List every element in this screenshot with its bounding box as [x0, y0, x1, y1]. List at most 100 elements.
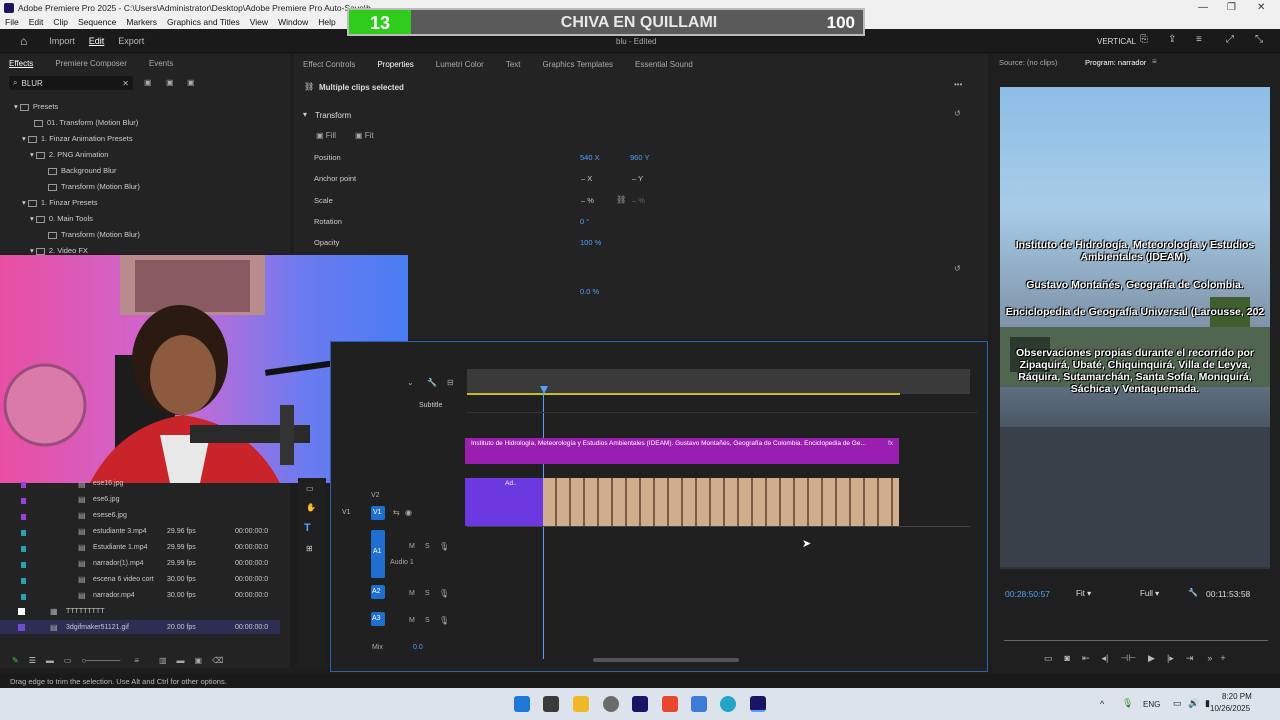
tab-premiere-composer[interactable]: Premiere Composer	[55, 59, 127, 68]
step-back-icon[interactable]: ◂|	[1102, 653, 1109, 664]
project-item-name[interactable]: ese16.jpg	[93, 480, 123, 487]
tree-item[interactable]: ▾ Presets	[14, 102, 58, 111]
microphone-icon[interactable]: 🎙	[439, 542, 449, 551]
network-icon[interactable]: ▭	[1173, 698, 1182, 709]
menu-clip[interactable]: Clip	[53, 17, 68, 27]
solo-button[interactable]: S	[425, 590, 430, 597]
trim-icon[interactable]: ⊣⊢	[1120, 653, 1136, 664]
new-item-icon[interactable]: ▣	[195, 656, 203, 665]
volume-icon[interactable]: 🔊	[1188, 698, 1199, 709]
menu-window[interactable]: Window	[278, 17, 308, 27]
tree-item[interactable]: ▾ 1. Finzar Animation Presets	[22, 134, 133, 143]
tree-item[interactable]: Transform (Motion Blur)	[48, 230, 140, 239]
project-item-name[interactable]: Estudiante 1.mp4	[93, 544, 147, 551]
clip-block[interactable]: Ad..	[465, 478, 543, 526]
settings-icon[interactable]: 🔧	[1188, 588, 1198, 597]
microphone-icon[interactable]: 🎙	[439, 589, 449, 598]
go-to-in-icon[interactable]: ⇤	[1082, 653, 1090, 664]
pencil-icon[interactable]: ✎	[12, 656, 19, 665]
anchor-x-value[interactable]: – X	[581, 174, 592, 183]
safe-margins-icon[interactable]: ▭	[1044, 653, 1053, 664]
tree-item[interactable]: 01. Transform (Motion Blur)	[34, 118, 138, 127]
mix-value[interactable]: 0.0	[413, 644, 423, 651]
captions-icon[interactable]: ⊟	[447, 378, 454, 387]
extra-percent-value[interactable]: 0.0 %	[580, 287, 599, 296]
project-item-name[interactable]: escena 6 video cort	[93, 576, 154, 583]
toggle-sync-lock-icon[interactable]: ⇆	[393, 508, 400, 517]
yuv-effects-icon[interactable]: ▣	[187, 78, 195, 87]
32bit-effects-icon[interactable]: ▣	[166, 78, 174, 87]
nav-edit[interactable]: Edit	[89, 36, 105, 46]
rotation-value[interactable]: 0 °	[580, 217, 589, 226]
tree-item[interactable]: ▾ 2. Video FX	[30, 246, 88, 255]
sort-icon[interactable]: ≡	[134, 656, 139, 665]
project-item-name[interactable]: TTTTTTTTT	[66, 608, 104, 615]
edge-icon[interactable]	[720, 696, 736, 712]
menu-view[interactable]: View	[250, 17, 268, 27]
step-forward-icon[interactable]: |▸	[1167, 653, 1174, 664]
microphone-icon[interactable]: 🎙	[439, 616, 449, 625]
program-tab[interactable]: Program: narrador	[1085, 58, 1146, 67]
opacity-value[interactable]: 100 %	[580, 238, 601, 247]
shape-tool-icon[interactable]: ⊞	[306, 544, 313, 553]
resolution-dropdown[interactable]: Full ▾	[1140, 589, 1159, 598]
share-icon[interactable]: ⇪	[1168, 34, 1176, 45]
menu-graphics[interactable]: Graphics and Titles	[167, 17, 240, 27]
work-area-bar[interactable]	[467, 393, 900, 395]
minimize-button[interactable]: —	[1198, 2, 1208, 13]
solo-button[interactable]: S	[425, 543, 430, 550]
hand-tool-icon[interactable]: ✋	[306, 503, 316, 512]
tab-effects[interactable]: Effects	[9, 59, 33, 68]
clock-time[interactable]: 8:20 PM	[1222, 692, 1252, 701]
solo-button[interactable]: S	[425, 617, 430, 624]
reset-icon[interactable]: ↺	[954, 264, 961, 273]
position-y-value[interactable]: 960 Y	[630, 153, 649, 162]
menu-sequence[interactable]: Sequence	[78, 17, 116, 27]
panel-menu-icon[interactable]: ≡	[1152, 57, 1157, 66]
accelerated-effects-icon[interactable]: ▣	[144, 78, 152, 87]
tree-item[interactable]: ▾ 1. Finzar Presets	[22, 198, 98, 207]
play-icon[interactable]: ▶	[1148, 653, 1155, 664]
quick-export-icon[interactable]: ⎘	[1140, 34, 1148, 45]
maximize-button[interactable]: ❐	[1227, 2, 1236, 13]
track-a2-target[interactable]: A2	[371, 585, 385, 599]
program-timecode[interactable]: 00:28:50:57	[1005, 589, 1050, 599]
track-v2-label[interactable]: V2	[371, 492, 380, 499]
zoom-slider[interactable]: ○──────	[81, 656, 120, 665]
menu-icon[interactable]: ≡	[1196, 34, 1202, 45]
snap-icon[interactable]: ⌄	[407, 378, 414, 387]
home-icon[interactable]: ⌂	[20, 34, 27, 48]
notepad-icon[interactable]	[691, 696, 707, 712]
add-button-icon[interactable]: +	[1220, 653, 1225, 663]
wrench-icon[interactable]: 🔧	[427, 378, 437, 387]
scale-height-value[interactable]: – %	[632, 196, 645, 205]
scale-value[interactable]: – %	[581, 196, 594, 205]
maximize-panel-icon[interactable]: ⤡	[1255, 34, 1263, 45]
mute-button[interactable]: M	[409, 543, 415, 550]
type-tool-icon[interactable]: T	[304, 522, 311, 534]
workspace-label[interactable]: VERTICAL	[1097, 37, 1136, 46]
project-item-name[interactable]: narrador.mp4	[93, 592, 135, 599]
fullscreen-icon[interactable]: ⤢	[1226, 34, 1234, 45]
icon-view-icon[interactable]: ▬	[46, 656, 54, 665]
more-options-icon[interactable]: •••	[954, 80, 962, 89]
project-item-name[interactable]: 3dgifmaker51121.gif	[66, 624, 129, 631]
tab-events[interactable]: Events	[149, 59, 173, 68]
close-button[interactable]: ✕	[1257, 2, 1265, 13]
tab-properties[interactable]: Properties	[377, 60, 413, 69]
mute-button[interactable]: M	[409, 590, 415, 597]
nav-export[interactable]: Export	[118, 36, 144, 46]
tab-effect-controls[interactable]: Effect Controls	[303, 60, 355, 69]
text-clip[interactable]: Instituto de Hidrología, Meteorología y …	[465, 438, 899, 464]
video-clips-strip[interactable]	[543, 478, 899, 526]
obs-icon[interactable]	[603, 696, 619, 712]
link-icon[interactable]: ⛓	[616, 195, 626, 204]
tab-essential-sound[interactable]: Essential Sound	[635, 60, 693, 69]
tab-text[interactable]: Text	[506, 60, 521, 69]
mute-button[interactable]: M	[409, 617, 415, 624]
position-x-value[interactable]: 540 X	[580, 153, 600, 162]
menu-edit[interactable]: Edit	[29, 17, 44, 27]
project-item-name[interactable]: narrador(1).mp4	[93, 560, 144, 567]
freeform-view-icon[interactable]: ▭	[64, 656, 72, 665]
eye-icon[interactable]: ◉	[405, 508, 412, 517]
